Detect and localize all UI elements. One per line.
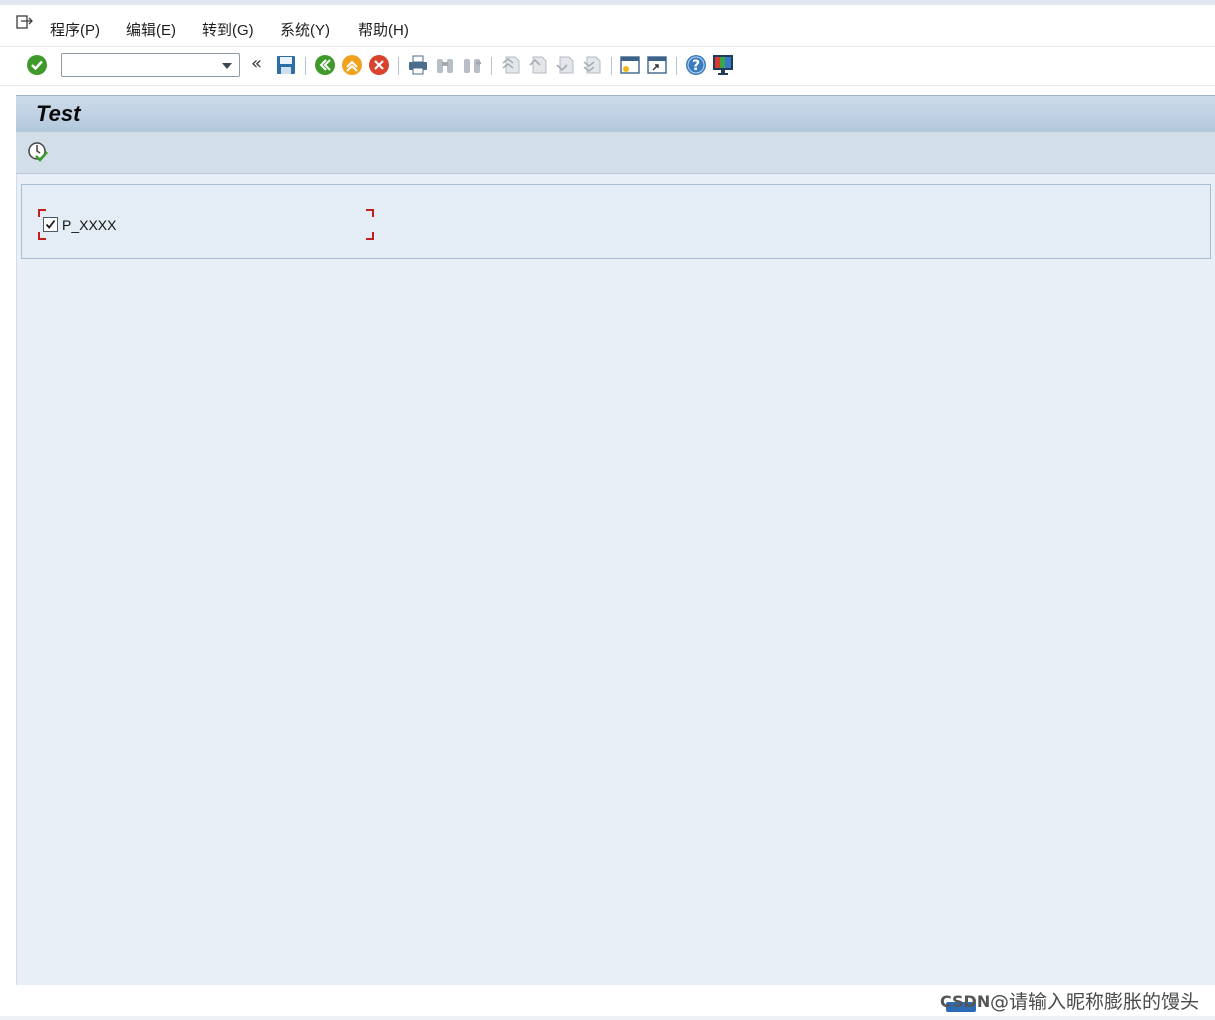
cancel-icon[interactable] (368, 54, 390, 76)
save-icon[interactable] (275, 54, 297, 76)
selection-group-box: P_XXXX (21, 184, 1211, 259)
exit-icon[interactable] (341, 54, 363, 76)
last-page-icon[interactable] (581, 54, 603, 76)
collapse-command-field-icon[interactable]: « (251, 53, 262, 74)
enter-icon[interactable] (26, 54, 48, 76)
system-menu-icon[interactable] (16, 15, 34, 31)
p-xxxx-label[interactable]: P_XXXX (62, 217, 116, 233)
screen-title-bar: Test (16, 95, 1215, 133)
focus-corner (38, 209, 46, 217)
command-input[interactable] (66, 55, 220, 77)
find-next-icon[interactable] (461, 54, 483, 76)
first-page-icon[interactable] (500, 54, 522, 76)
customize-layout-icon[interactable] (712, 54, 734, 76)
toolbar-separator (398, 57, 399, 75)
application-toolbar (16, 132, 1215, 174)
help-icon[interactable]: ? (685, 54, 707, 76)
menu-help[interactable]: 帮助(H) (358, 19, 409, 40)
command-field[interactable] (61, 53, 240, 77)
window-bottom-edge (0, 1016, 1215, 1020)
parameter-field-row: P_XXXX (38, 209, 374, 240)
print-icon[interactable] (407, 54, 429, 76)
watermark-text: @请输入昵称膨胀的馒头 (989, 991, 1199, 1013)
toolbar-separator (491, 57, 492, 75)
find-icon[interactable] (434, 54, 456, 76)
focus-corner (38, 232, 46, 240)
svg-text:?: ? (692, 58, 700, 74)
p-xxxx-checkbox[interactable] (43, 217, 58, 232)
menu-bar: 程序(P) 编辑(E) 转到(G) 系统(Y) 帮助(H) (0, 5, 1215, 45)
focus-corner (366, 232, 374, 240)
watermark: CSDN @请输入昵称膨胀的馒头 (940, 987, 1199, 1014)
standard-toolbar: « ? (0, 46, 1215, 86)
next-page-icon[interactable] (554, 54, 576, 76)
execute-icon[interactable] (27, 141, 49, 163)
selection-screen: P_XXXX (16, 174, 1215, 985)
chevron-down-icon[interactable] (222, 63, 232, 69)
previous-page-icon[interactable] (527, 54, 549, 76)
toolbar-separator (676, 57, 677, 75)
create-shortcut-icon[interactable] (646, 54, 668, 76)
create-session-icon[interactable] (619, 54, 641, 76)
back-icon[interactable] (314, 54, 336, 76)
focus-corner (366, 209, 374, 217)
menu-program[interactable]: 程序(P) (50, 19, 100, 40)
menu-goto[interactable]: 转到(G) (202, 19, 254, 40)
menu-system[interactable]: 系统(Y) (280, 19, 330, 40)
page-title: Test (36, 101, 81, 126)
checkmark-icon (45, 219, 56, 229)
toolbar-separator (611, 57, 612, 75)
csdn-logo: CSDN (940, 992, 990, 1014)
csdn-logo-text: CSDN (939, 991, 991, 1011)
toolbar-separator (305, 57, 306, 75)
menu-edit[interactable]: 编辑(E) (126, 19, 176, 40)
